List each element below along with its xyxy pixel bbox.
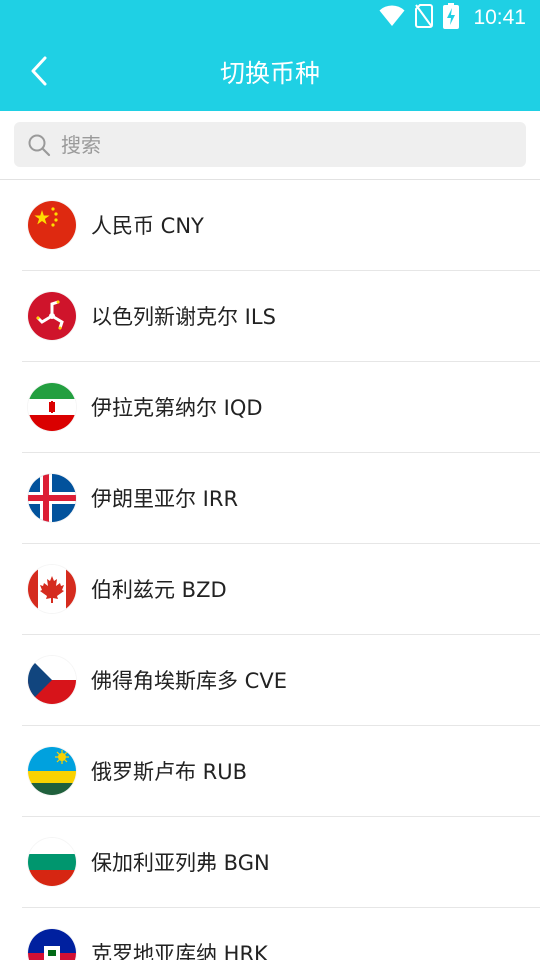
isle-of-man-flag-icon bbox=[28, 292, 76, 340]
bulgaria-flag-icon bbox=[28, 838, 76, 886]
currency-label: 佛得角埃斯库多 CVE bbox=[91, 669, 287, 693]
currency-row-rub[interactable]: 俄罗斯卢布 RUB bbox=[22, 726, 540, 817]
currency-row-hrk[interactable]: 克罗地亚库纳 HRK bbox=[22, 908, 540, 960]
haiti-flag-icon bbox=[28, 929, 76, 960]
canada-flag-icon bbox=[28, 565, 76, 613]
currency-label: 伊朗里亚尔 IRR bbox=[91, 487, 239, 511]
currency-row-iqd[interactable]: 伊拉克第纳尔 IQD bbox=[22, 362, 540, 453]
page-title: 切换币种 bbox=[219, 59, 320, 88]
search-bar bbox=[0, 111, 540, 180]
search-input[interactable] bbox=[59, 131, 503, 158]
currency-row-cve[interactable]: 佛得角埃斯库多 CVE bbox=[22, 635, 540, 726]
currency-label: 克罗地亚库纳 HRK bbox=[91, 942, 268, 960]
search-icon bbox=[27, 133, 51, 157]
currency-row-irr[interactable]: 伊朗里亚尔 IRR bbox=[22, 453, 540, 544]
status-bar: 10:41 bbox=[0, 0, 540, 36]
iceland-flag-icon bbox=[28, 474, 76, 522]
currency-row-bgn[interactable]: 保加利亚列弗 BGN bbox=[22, 817, 540, 908]
back-button[interactable] bbox=[14, 48, 64, 98]
status-time: 10:41 bbox=[473, 6, 526, 29]
chevron-left-icon bbox=[29, 55, 49, 91]
currency-row-ils[interactable]: 以色列新谢克尔 ILS bbox=[22, 271, 540, 362]
wifi-icon bbox=[379, 5, 405, 31]
currency-row-bzd[interactable]: 伯利兹元 BZD bbox=[22, 544, 540, 635]
currency-label: 保加利亚列弗 BGN bbox=[91, 851, 270, 875]
app-bar: 切换币种 bbox=[0, 36, 540, 111]
china-flag-icon bbox=[28, 201, 76, 249]
currency-label: 以色列新谢克尔 ILS bbox=[91, 305, 276, 329]
currency-row-cny[interactable]: 人民币 CNY bbox=[22, 180, 540, 271]
status-icons: 10:41 bbox=[379, 3, 526, 33]
no-sim-icon bbox=[415, 4, 434, 32]
battery-charging-icon bbox=[443, 3, 460, 33]
czech-flag-icon bbox=[28, 656, 76, 704]
rwanda-flag-icon bbox=[28, 747, 76, 795]
iran-flag-icon bbox=[28, 383, 76, 431]
currency-label: 伯利兹元 BZD bbox=[91, 578, 227, 602]
currency-label: 俄罗斯卢布 RUB bbox=[91, 760, 248, 784]
search-box[interactable] bbox=[14, 122, 526, 167]
currency-label: 伊拉克第纳尔 IQD bbox=[91, 396, 263, 420]
currency-list: 人民币 CNY 以色列新谢克尔 ILS 伊拉克第纳尔 IQD 伊朗里亚尔 IRR… bbox=[0, 180, 540, 960]
currency-label: 人民币 CNY bbox=[91, 214, 204, 238]
